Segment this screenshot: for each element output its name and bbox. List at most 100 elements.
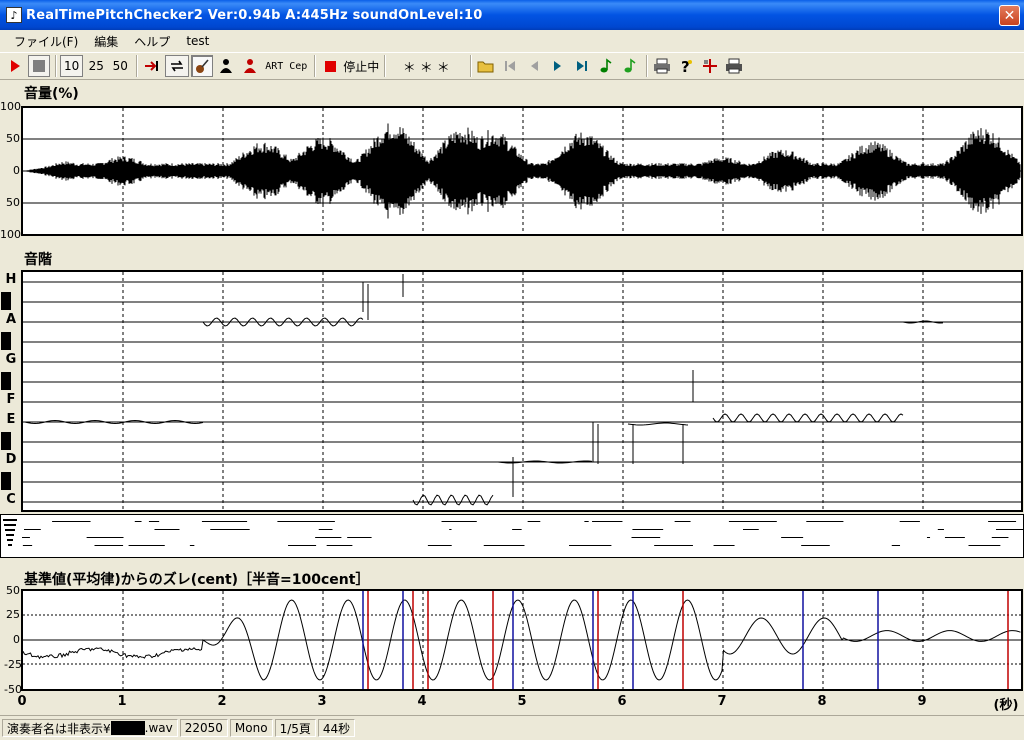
help-button[interactable]: ? [675, 55, 697, 77]
volume-tick-0: 0 [13, 164, 20, 177]
speed-50-button[interactable]: 50 [109, 55, 131, 77]
note-label-d: D [5, 452, 17, 467]
art-button[interactable]: ART [263, 55, 285, 77]
onset-mark [189, 545, 195, 546]
note-button[interactable] [595, 55, 617, 77]
pitch-segment [712, 413, 904, 423]
onset-mark [288, 545, 317, 546]
play-button[interactable] [4, 55, 26, 77]
onset-mark [219, 521, 229, 522]
x-tick-2: 2 [217, 694, 227, 709]
next-page-button[interactable] [547, 55, 569, 77]
deviation-tick-50: 50 [6, 584, 20, 597]
note-label-f: F [6, 392, 16, 407]
svg-text:?: ? [681, 58, 690, 74]
toolbar-separator [470, 55, 473, 77]
first-icon [505, 61, 516, 71]
onset-mark [584, 521, 589, 522]
folder-icon [477, 61, 494, 73]
onset-mark [592, 521, 623, 522]
open-folder-button[interactable] [475, 55, 497, 77]
first-page-button[interactable] [499, 55, 521, 77]
piano-key-black [1, 472, 11, 490]
menu-test[interactable]: test [178, 34, 217, 48]
onset-mark [569, 545, 601, 546]
onset-mark [632, 529, 664, 530]
onset-mark [148, 521, 160, 522]
speed-10-button[interactable]: 10 [60, 55, 84, 77]
next-icon [554, 61, 562, 71]
record-stop-indicator[interactable] [319, 55, 341, 77]
pitch-scale-plot [21, 270, 1023, 512]
cep-label: Cep [289, 60, 308, 72]
pitch-segment [627, 422, 689, 426]
print-button[interactable] [651, 55, 673, 77]
x-tick-7: 7 [717, 694, 727, 709]
onset-mark [449, 529, 452, 530]
status-channels: Mono [229, 719, 273, 737]
onset-mark [52, 521, 91, 522]
stop-button[interactable] [28, 55, 50, 77]
menu-file[interactable]: ファイル(F) [6, 33, 86, 50]
cep-button[interactable]: Cep [287, 55, 309, 77]
onset-mark [128, 545, 165, 546]
onset-mark [654, 545, 693, 546]
record-icon [324, 60, 336, 72]
jump-end-button[interactable] [141, 55, 163, 77]
deviation-tick-0: 0 [13, 633, 20, 646]
loop-icon [171, 60, 184, 72]
onset-mark [944, 537, 965, 538]
toolbar: 10 25 50 ART Cep 停止中 ＊＊＊ ? [0, 52, 1024, 80]
deviation-trace [22, 591, 1021, 689]
print-setup-button[interactable] [723, 55, 745, 77]
onset-mark [210, 529, 250, 530]
stop-icon [33, 60, 45, 72]
app-icon: ♪ [6, 7, 22, 23]
menu-bar: ファイル(F) 編集 ヘルプ test [0, 30, 1024, 52]
onset-mark [8, 544, 12, 546]
jump-end-icon [145, 61, 159, 71]
volume-envelope [23, 123, 1021, 219]
status-label: 停止中 [343, 59, 380, 74]
onset-mark [86, 537, 124, 538]
note-alt-button[interactable] [619, 55, 641, 77]
person-icon [220, 59, 233, 73]
toolbar-separator [136, 55, 139, 77]
onset-mark [4, 524, 16, 526]
menu-edit[interactable]: 編集 [86, 33, 126, 50]
onset-mark [801, 545, 830, 546]
note-label-h: H [5, 272, 17, 287]
scale-panel-title: 音階 [24, 252, 52, 268]
onset-mark [6, 534, 14, 536]
speed-25-button[interactable]: 25 [85, 55, 107, 77]
onset-mark [441, 521, 477, 522]
volume-tick-neg100: 100 [0, 228, 21, 241]
singer-red-button[interactable] [239, 55, 261, 77]
deviation-tick-25: 25 [6, 608, 20, 621]
onset-mark [991, 537, 1009, 538]
play-icon [10, 60, 20, 72]
menu-help[interactable]: ヘルプ [126, 33, 178, 50]
close-button[interactable]: ✕ [999, 5, 1020, 26]
piano-key-black [1, 332, 11, 350]
title-bar: ♪ RealTimePitchChecker2 Ver:0.94b A:445H… [0, 0, 1024, 30]
singer-button[interactable] [215, 55, 237, 77]
onset-mark [937, 529, 944, 530]
toolbar-separator [55, 55, 57, 77]
onset-mark [5, 529, 15, 531]
prev-page-button[interactable] [523, 55, 545, 77]
onset-mark [631, 537, 660, 538]
onset-mark [742, 529, 759, 530]
piano-key-black [1, 372, 11, 390]
violin-button[interactable] [191, 55, 214, 77]
grid-button[interactable] [699, 55, 721, 77]
loop-button[interactable] [165, 55, 190, 77]
onset-mark [318, 529, 333, 530]
onset-mark [7, 539, 13, 541]
last-icon [577, 61, 588, 71]
last-page-button[interactable] [571, 55, 593, 77]
deviation-tick-neg25: -25 [4, 658, 22, 671]
onset-mark [996, 529, 1024, 530]
onset-mark [531, 521, 541, 522]
status-page: 1/5頁 [274, 719, 316, 737]
